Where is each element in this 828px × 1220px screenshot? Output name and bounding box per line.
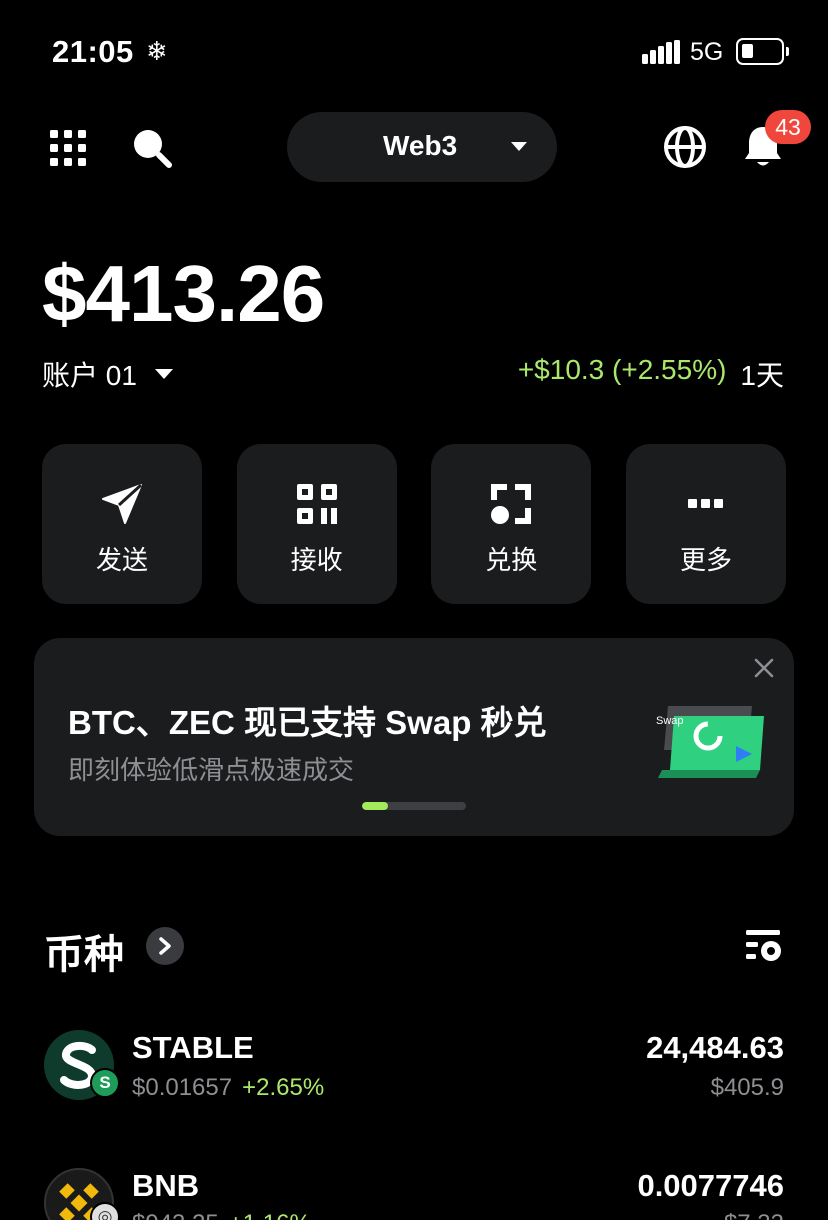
coin-symbol: BNB bbox=[132, 1168, 200, 1203]
total-balance: $413.26 bbox=[42, 249, 325, 338]
status-bar: 21:05 ❄ 5G bbox=[0, 0, 828, 100]
stable-chain-badge-icon: S bbox=[90, 1068, 120, 1098]
network-type: 5G bbox=[690, 38, 724, 66]
more-icon bbox=[684, 482, 728, 526]
send-button[interactable]: 发送 bbox=[42, 444, 202, 604]
banner-subtitle: 即刻体验低滑点极速成交 bbox=[68, 755, 355, 785]
swap-illustration-icon: Swap bbox=[656, 706, 764, 778]
swap-label: 兑换 bbox=[485, 545, 538, 575]
coin-amount: 0.0077746 bbox=[637, 1168, 784, 1203]
account-label: 账户 01 bbox=[42, 360, 137, 391]
cellular-signal-icon bbox=[642, 40, 680, 64]
coin-change: +2.65% bbox=[242, 1074, 325, 1101]
send-icon bbox=[100, 482, 144, 526]
pnl-summary[interactable]: +$10.3 (+2.55%) 1天 bbox=[518, 354, 784, 394]
banner-pager bbox=[362, 802, 466, 810]
coin-value: $7.33 bbox=[724, 1210, 784, 1220]
top-nav: Web3 43 bbox=[0, 110, 828, 184]
account-selector[interactable]: 账户 01 bbox=[42, 354, 173, 394]
quick-actions: 发送 接收 兑换 更多 bbox=[42, 444, 786, 604]
coin-price: $0.01657 bbox=[132, 1074, 233, 1101]
pnl-value: +$10.3 (+2.55%) bbox=[517, 354, 727, 385]
chevron-down-icon bbox=[154, 369, 173, 379]
bnb-chain-badge-icon: ◎ bbox=[90, 1202, 120, 1220]
coin-price-row: $0.01657 +2.65% bbox=[132, 1074, 324, 1102]
pnl-period: 1天 bbox=[740, 360, 784, 391]
coins-section-title: 币种 bbox=[44, 933, 124, 977]
status-time: 21:05 bbox=[52, 34, 134, 69]
coin-price: $943.25 bbox=[132, 1210, 219, 1220]
more-label: 更多 bbox=[679, 545, 732, 575]
notification-badge: 43 bbox=[765, 110, 811, 144]
qr-receive-icon bbox=[295, 482, 339, 526]
more-button[interactable]: 更多 bbox=[625, 444, 786, 604]
swap-button[interactable]: 兑换 bbox=[431, 444, 592, 604]
coin-change: +1.16% bbox=[229, 1210, 311, 1220]
chevron-down-icon bbox=[511, 142, 527, 151]
chevron-right-icon[interactable] bbox=[146, 927, 184, 965]
coin-value: $405.9 bbox=[710, 1074, 784, 1101]
search-icon[interactable] bbox=[130, 126, 174, 170]
receive-label: 接收 bbox=[290, 545, 343, 575]
banner-title: BTC、ZEC 现已支持 Swap 秒兑 bbox=[68, 704, 547, 741]
coin-amount: 24,484.63 bbox=[646, 1030, 784, 1065]
apps-grid-icon[interactable] bbox=[48, 128, 88, 168]
battery-icon bbox=[736, 38, 789, 65]
swap-icon bbox=[489, 482, 533, 526]
coin-symbol: STABLE bbox=[132, 1030, 254, 1065]
pager-active-dot bbox=[362, 802, 388, 810]
globe-icon[interactable] bbox=[662, 124, 708, 170]
filter-settings-icon[interactable] bbox=[744, 926, 784, 966]
close-icon[interactable] bbox=[752, 656, 776, 680]
receive-button[interactable]: 接收 bbox=[236, 444, 397, 604]
send-label: 发送 bbox=[95, 545, 148, 575]
coin-price-row: $943.25 +1.16% bbox=[132, 1210, 311, 1220]
list-item[interactable]: S STABLE $0.01657 +2.65% 24,484.63 $405.9 bbox=[0, 1024, 828, 1124]
banner-art-label: Swap bbox=[656, 715, 684, 727]
mode-label: Web3 bbox=[383, 130, 458, 161]
account-mode-selector[interactable]: Web3 bbox=[287, 112, 557, 182]
snowflake-icon: ❄ bbox=[146, 36, 168, 66]
list-item[interactable]: ◎ BNB $943.25 +1.16% 0.0077746 $7.33 bbox=[0, 1162, 828, 1220]
